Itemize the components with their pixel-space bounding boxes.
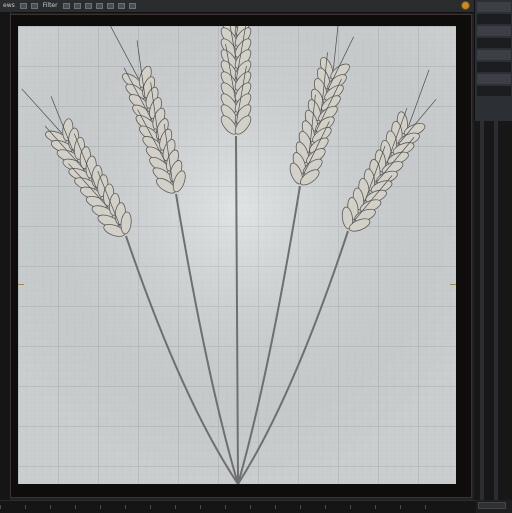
panel-row[interactable] (477, 2, 511, 12)
close-icon[interactable] (461, 1, 470, 10)
properties-panel (474, 0, 512, 121)
menu-filter[interactable]: Filter (40, 0, 61, 12)
ruler-tick (50, 505, 51, 509)
image-canvas[interactable] (18, 26, 456, 484)
panel-row[interactable] (477, 38, 511, 48)
toolbar-icon[interactable] (106, 3, 114, 9)
panel-row[interactable] (477, 50, 511, 60)
panel-row[interactable] (477, 86, 511, 96)
menu-views[interactable]: ews (0, 0, 18, 12)
panel-divider (480, 121, 484, 500)
panel-row[interactable] (477, 62, 511, 72)
ruler-tick (200, 505, 201, 509)
status-indicator (478, 502, 506, 509)
ruler-tick (25, 505, 26, 509)
ruler-tick (75, 505, 76, 509)
canvas-artwork (18, 26, 456, 484)
guide-marker (450, 284, 456, 285)
ruler-tick (325, 505, 326, 509)
ruler-tick (275, 505, 276, 509)
toolbar-icon[interactable] (117, 3, 125, 9)
right-side-strip (474, 121, 512, 500)
ruler-tick (100, 505, 101, 509)
toolbar-icon[interactable] (84, 3, 92, 9)
ruler-tick (375, 505, 376, 509)
ruler-tick (125, 505, 126, 509)
toolbar-icon[interactable] (62, 3, 70, 9)
ruler-tick (350, 505, 351, 509)
panel-divider (494, 121, 498, 500)
top-menu-bar: ews Filter (0, 0, 512, 13)
toolbar-icon[interactable] (73, 3, 81, 9)
guide-marker (18, 284, 24, 285)
ruler-tick (0, 505, 1, 509)
panel-row[interactable] (477, 74, 511, 84)
ruler-tick (175, 505, 176, 509)
toolbar-icon[interactable] (30, 3, 38, 9)
panel-row[interactable] (477, 26, 511, 36)
ruler-tick (400, 505, 401, 509)
panel-row[interactable] (477, 14, 511, 24)
toolbar-icon[interactable] (19, 3, 27, 9)
horizontal-ruler (0, 500, 476, 513)
ruler-tick (425, 505, 426, 509)
ruler-tick (300, 505, 301, 509)
ruler-tick (150, 505, 151, 509)
toolbar-icon[interactable] (128, 3, 136, 9)
ruler-tick (225, 505, 226, 509)
ruler-tick (250, 505, 251, 509)
horizontal-scrollbar[interactable] (10, 498, 472, 500)
toolbar-icon[interactable] (95, 3, 103, 9)
